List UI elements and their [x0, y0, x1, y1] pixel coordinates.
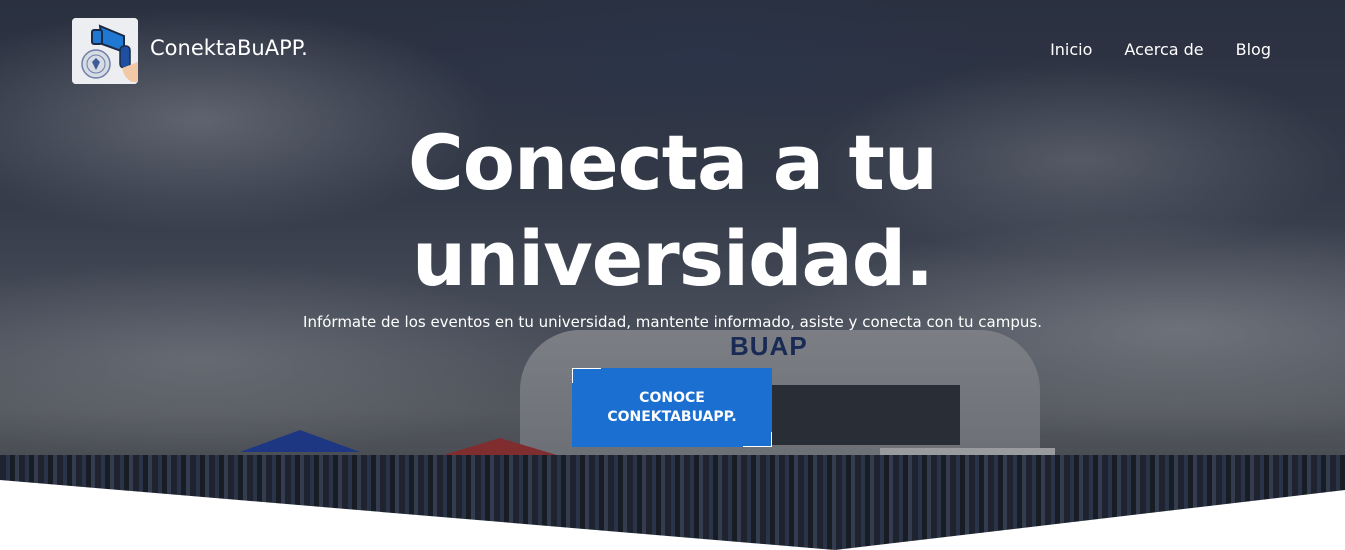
bottom-curve-divider	[0, 480, 1345, 550]
megaphone-seal-icon	[72, 18, 138, 84]
hero-headline: Conecta a tu universidad.	[0, 115, 1345, 307]
nav-link-blog[interactable]: Blog	[1236, 40, 1271, 59]
hero-headline-line-2: universidad.	[411, 214, 934, 303]
conoce-conektabuapp-button[interactable]: CONOCE CONEKTABUAPP.	[572, 368, 772, 447]
hero-section: BUAP ConektaBuAPP. Inicio Acerca de Blog…	[0, 0, 1345, 550]
cta-corner-accent-top-left	[572, 368, 601, 383]
nav-link-inicio[interactable]: Inicio	[1050, 40, 1092, 59]
brand-logo[interactable]	[72, 18, 138, 84]
nav-link-acerca-de[interactable]: Acerca de	[1124, 40, 1203, 59]
cta-corner-accent-bottom-right	[743, 432, 772, 447]
cta-label: CONOCE CONEKTABUAPP.	[607, 389, 737, 425]
brand-name[interactable]: ConektaBuAPP.	[150, 36, 308, 60]
main-nav: Inicio Acerca de Blog	[1050, 40, 1271, 59]
hero-headline-line-1: Conecta a tu	[408, 118, 938, 207]
hero-subtitle: Infórmate de los eventos en tu universid…	[303, 313, 1042, 331]
